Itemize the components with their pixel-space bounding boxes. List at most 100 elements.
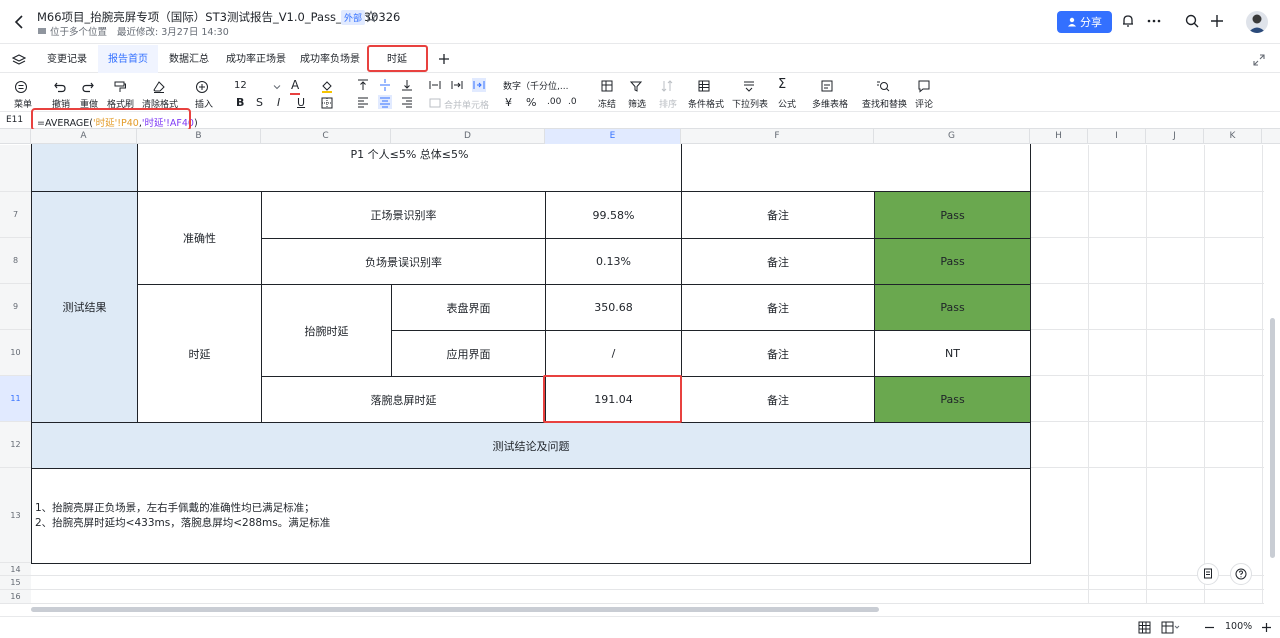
align-left-icon[interactable] [356,95,370,109]
conditional-format-icon[interactable] [697,79,711,93]
comment-icon[interactable] [917,79,931,93]
dropdown-list-label[interactable]: 下拉列表 [732,97,768,110]
bell-icon[interactable] [1120,13,1136,29]
cell-r8-remark[interactable]: 备注 [681,238,875,285]
menu-label[interactable]: 菜单 [14,97,32,110]
font-size-select[interactable]: 12 [234,80,247,91]
formula-label[interactable]: 公式 [778,97,796,110]
expand-icon[interactable] [1253,54,1265,66]
zoom-level[interactable]: 100% [1225,621,1252,632]
column-header-a[interactable]: A [31,129,137,144]
tab-success-positive[interactable]: 成功率正场景 [220,45,292,73]
cell-r9-remark[interactable]: 备注 [681,284,875,331]
cell-r10-result[interactable]: NT [874,330,1031,377]
strikethrough-icon[interactable]: S [256,96,263,109]
column-header-h[interactable]: H [1030,129,1088,144]
decrease-decimal-icon[interactable]: .0 [568,97,577,107]
multi-dim-table-label[interactable]: 多维表格 [812,97,848,110]
merge-label[interactable]: 合并单元格 [444,98,489,111]
border-icon[interactable] [320,96,334,110]
undo-icon[interactable] [53,80,67,94]
cell-r8-result[interactable]: Pass [874,238,1031,285]
avatar[interactable] [1246,11,1268,33]
conditional-format-label[interactable]: 条件格式 [688,97,724,110]
column-header-g[interactable]: G [874,129,1030,144]
insert-icon[interactable] [195,80,209,94]
row-header-6[interactable] [0,145,31,192]
search-icon[interactable] [1184,13,1200,29]
cell-r7-value[interactable]: 99.58% [545,191,682,239]
doc-icon[interactable] [1197,563,1219,585]
help-icon[interactable] [1230,563,1252,585]
cell-test-result[interactable]: 测试结果 [31,191,138,423]
back-icon[interactable] [10,12,30,32]
cell-r11-item[interactable]: 落腕息屏时延 [261,376,546,423]
column-header-f[interactable]: F [681,129,874,144]
find-replace-label[interactable]: 查找和替换 [862,97,907,110]
cell-r7-result[interactable]: Pass [874,191,1031,239]
sort-icon[interactable] [660,79,674,93]
horizontal-scrollbar[interactable] [31,607,879,612]
column-header-d[interactable]: D [391,129,545,144]
tab-data-summary[interactable]: 数据汇总 [160,45,218,73]
zoom-out-icon[interactable] [1203,621,1216,634]
format-painter-icon[interactable] [113,80,127,94]
column-header-k[interactable]: K [1204,129,1262,144]
align-right-icon[interactable] [400,95,414,109]
dropdown-list-icon[interactable] [742,79,756,93]
column-header-b[interactable]: B [137,129,261,144]
cell-r9-value[interactable]: 350.68 [545,284,682,331]
align-center-icon[interactable] [378,95,392,109]
cell-conclusion-header[interactable]: 测试结论及问题 [31,422,1031,469]
align-middle-icon[interactable] [378,78,392,92]
clip-icon[interactable] [450,78,464,92]
cell-r7-item[interactable]: 正场景识别率 [261,191,546,239]
row-header-14[interactable]: 14 [0,563,31,576]
number-format-select[interactable]: 数字（千分位,... [503,79,568,92]
cell-r7-remark[interactable]: 备注 [681,191,875,239]
find-replace-icon[interactable] [876,79,890,93]
more-icon[interactable] [1146,13,1162,29]
chevron-down-icon[interactable] [270,80,284,94]
italic-icon[interactable]: I [277,96,280,109]
wrap-icon[interactable] [428,78,442,92]
row-header-11[interactable]: 11 [0,376,31,422]
share-button[interactable]: 分享 [1057,11,1112,33]
plus-icon[interactable] [1209,13,1225,29]
vertical-scrollbar[interactable] [1270,318,1275,558]
column-header-e[interactable]: E [545,129,681,144]
row-header-10[interactable]: 10 [0,330,31,376]
comment-label[interactable]: 评论 [915,97,933,110]
row-header-13[interactable]: 13 [0,468,31,563]
cell-r8-value[interactable]: 0.13% [545,238,682,285]
cell-r9-result[interactable]: Pass [874,284,1031,331]
bold-icon[interactable]: B [236,96,244,109]
align-bottom-icon[interactable] [400,78,414,92]
cell-top-note[interactable]: P1 个人≤5% 总体≤5% [137,144,682,192]
eraser-icon[interactable] [152,80,166,94]
merge-icon[interactable] [428,96,442,110]
cell-r10-value[interactable]: / [545,330,682,377]
row-header-9[interactable]: 9 [0,284,31,330]
cell-r10-item[interactable]: 应用界面 [391,330,546,377]
filter-icon[interactable] [629,79,643,93]
menu-icon[interactable] [14,80,28,94]
cell-r11-remark[interactable]: 备注 [681,376,875,423]
star-icon[interactable] [364,10,378,24]
row-header-16[interactable]: 16 [0,590,31,604]
multi-dim-table-icon[interactable] [820,79,834,93]
cell-latency[interactable]: 时延 [137,284,262,423]
filter-label[interactable]: 筛选 [628,97,646,110]
cell-a6[interactable] [31,144,138,192]
cell-reference[interactable]: E11 [6,115,23,125]
tab-change-log[interactable]: 变更记录 [38,45,96,73]
insert-label[interactable]: 插入 [195,97,213,110]
align-top-icon[interactable] [356,78,370,92]
redo-icon[interactable] [81,80,95,94]
cell-r11-result[interactable]: Pass [874,376,1031,423]
row-header-8[interactable]: 8 [0,238,31,284]
row-header-15[interactable]: 15 [0,576,31,590]
tab-report-home[interactable]: 报告首页 [98,45,158,73]
sort-label[interactable]: 排序 [659,97,677,110]
zoom-in-icon[interactable] [1260,621,1273,634]
